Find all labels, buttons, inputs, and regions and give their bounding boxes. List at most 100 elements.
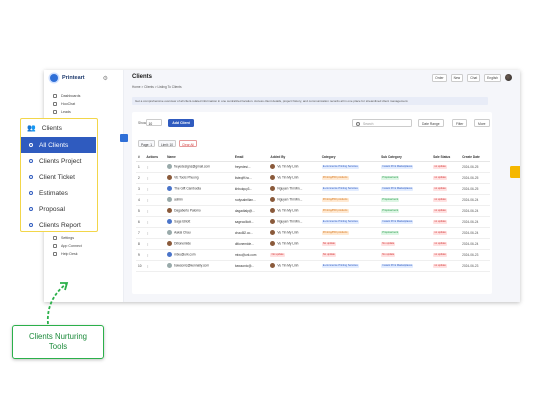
category-tag: No update <box>321 241 337 246</box>
client-email: khbuiquy3... <box>232 183 269 195</box>
client-name-cell[interactable]: mtxu@urk.com <box>165 249 233 261</box>
client-name-cell[interactable]: Sage Elliott <box>165 216 233 228</box>
sub-category-tag: Proposal sent <box>381 230 400 235</box>
col-header: Email <box>232 154 269 162</box>
table-row[interactable]: 9 ⋮ mtxu@urk.com mtxu@urk.com No update No up… <box>136 249 490 261</box>
menu-item-proposal[interactable]: Proposal <box>21 201 96 217</box>
menu-item-client-ticket[interactable]: Client Ticket <box>21 169 96 185</box>
kebab-icon[interactable]: ⋮ <box>146 264 149 268</box>
row-actions[interactable]: ⋮ <box>144 161 166 173</box>
client-name-cell[interactable]: bawsonic@kennally.com <box>165 260 233 272</box>
sub-category-tag: No update <box>381 252 396 257</box>
kebab-icon[interactable]: ⋮ <box>146 198 149 202</box>
category-tag: Printing/PDI products <box>321 197 349 202</box>
screenshot-stage: Printeart ⚙ Dashboards HooChat Leads Set… <box>0 0 542 406</box>
clients-menu-overlay: 👥 Clients All Clients Clients Project Cl… <box>20 118 98 232</box>
kebab-icon[interactable]: ⋮ <box>146 231 149 235</box>
table-row[interactable]: 1 ⋮ freyedesigns@gmail.com freyedesi... Vu T… <box>136 161 490 173</box>
avatar[interactable] <box>505 74 512 82</box>
added-by-tag: No update <box>270 252 285 257</box>
row-actions[interactable]: ⋮ <box>144 216 166 228</box>
order-button[interactable]: Order <box>432 74 447 82</box>
sale-status-tag: no update <box>433 252 447 257</box>
page-chip[interactable]: Page: 1 <box>138 140 155 147</box>
row-actions[interactable]: ⋮ <box>144 183 166 195</box>
menu-item-all-clients[interactable]: All Clients <box>21 137 96 153</box>
row-number: 6 <box>136 216 145 228</box>
table-row[interactable]: 4 ⋮ admin rudysabrilian... Nguyen Thi Min...… <box>136 194 490 206</box>
sidebar-item-help-desk[interactable]: Help Desk <box>44 250 123 258</box>
clients-menu-header[interactable]: 👥 Clients <box>21 119 96 137</box>
client-name-cell[interactable]: Aakal Chau <box>165 227 233 239</box>
kebab-icon[interactable]: ⋮ <box>146 253 149 257</box>
menu-item-estimates[interactable]: Estimates <box>21 185 96 201</box>
show-label: Show <box>138 121 147 125</box>
col-header: Create Date <box>460 154 490 162</box>
client-avatar <box>167 208 173 213</box>
callout-line-2: Tools <box>48 342 68 351</box>
filter-button[interactable]: Filter <box>452 119 468 127</box>
sale-status-cell: no update <box>431 183 461 195</box>
chat-button[interactable]: Chat <box>467 74 481 82</box>
client-name-cell[interactable]: VE Tools Phuong <box>165 172 233 184</box>
kebab-icon[interactable]: ⋮ <box>146 165 149 169</box>
table-row[interactable]: 6 ⋮ Sage Elliott sagecolliott... Nguyen Thi … <box>136 216 490 228</box>
table-row[interactable]: 5 ⋮ Dagaberto Palomo dagadtalp@... Vu Tin My… <box>136 205 490 217</box>
row-actions[interactable]: ⋮ <box>144 194 166 206</box>
client-name-cell[interactable]: freyedesigns@gmail.com <box>165 161 233 173</box>
sidebar-item-dashboards[interactable]: Dashboards <box>44 92 123 100</box>
row-actions[interactable]: ⋮ <box>144 172 166 184</box>
language-button[interactable]: English <box>484 74 501 82</box>
menu-item-label: All Clients <box>39 141 69 149</box>
category-tag: Printing/PDI products <box>321 230 349 235</box>
kebab-icon[interactable]: ⋮ <box>146 220 149 224</box>
client-name-cell[interactable]: The Gift Cambodia <box>165 183 233 195</box>
sidebar-item-hoochat[interactable]: HooChat <box>44 100 123 108</box>
table-row[interactable]: 7 ⋮ Aakal Chau chau8l2.co... Vu Tin My Linh P… <box>136 227 490 239</box>
more-button[interactable]: More <box>474 119 490 127</box>
sidebar-item-leads[interactable]: Leads <box>44 108 123 116</box>
kebab-icon[interactable]: ⋮ <box>146 176 149 180</box>
table-row[interactable]: 10 ⋮ bawsonic@kennally.com bawsonic@... Vu T… <box>136 260 490 272</box>
gear-icon[interactable]: ⚙ <box>103 75 108 82</box>
category-cell: No update <box>319 238 380 250</box>
client-name-cell[interactable]: Dagaberto Palomo <box>165 205 233 217</box>
menu-item-clients-report[interactable]: Clients Report <box>21 217 96 233</box>
sale-status-tag: no update <box>433 208 447 213</box>
curved-arrow-icon <box>46 282 69 325</box>
add-client-button[interactable]: Add Client <box>168 119 194 127</box>
table-row[interactable]: 8 ⋮ Ditionemide ditionemide... Vu Tin My Lin… <box>136 238 490 250</box>
show-select[interactable]: 10 <box>146 119 162 126</box>
category-cell: Printing/PDI products <box>319 172 380 184</box>
added-by-cell: Vu Tin My Linh <box>268 260 320 272</box>
client-name-cell[interactable]: Ditionemide <box>165 238 233 250</box>
side-panel-tab[interactable] <box>510 166 520 178</box>
user-avatar <box>270 175 276 180</box>
row-actions[interactable]: ⋮ <box>144 205 166 217</box>
kebab-icon[interactable]: ⋮ <box>146 209 149 213</box>
kebab-icon[interactable]: ⋮ <box>146 242 149 246</box>
create-date: 2024-06-24 <box>460 227 490 239</box>
row-actions[interactable]: ⋮ <box>144 260 166 272</box>
sub-category-cell: Instant Print Marketplaces <box>379 183 432 195</box>
help-icon <box>53 252 57 256</box>
row-actions[interactable]: ⋮ <box>144 238 166 250</box>
row-actions[interactable]: ⋮ <box>144 249 166 261</box>
user-avatar <box>270 241 276 246</box>
search-input[interactable]: Search <box>352 119 412 127</box>
sidebar-item-app-connect[interactable]: App Connect <box>44 242 123 250</box>
new-button[interactable]: New <box>450 74 464 82</box>
category-tag: No update <box>321 252 337 257</box>
clear-all-chip[interactable]: Clear All <box>179 140 197 147</box>
table-row[interactable]: 3 ⋮ The Gift Cambodia khbuiquy3... Nguyen Th… <box>136 183 490 195</box>
client-name-cell[interactable]: admin <box>165 194 233 206</box>
date-range-button[interactable]: Date Range <box>418 119 444 127</box>
kebab-icon[interactable]: ⋮ <box>146 187 149 191</box>
table-row[interactable]: 2 ⋮ VE Tools Phuong listeqiff.ho... Vu Tin M… <box>136 172 490 184</box>
sidebar-item-settings[interactable]: Settings <box>44 234 123 242</box>
user-avatar <box>270 186 276 191</box>
menu-item-clients-project[interactable]: Clients Project <box>21 153 96 169</box>
sidebar-item-label: Dashboards <box>61 94 81 98</box>
row-actions[interactable]: ⋮ <box>144 227 166 239</box>
limit-chip[interactable]: Limit: 10 <box>158 140 177 147</box>
